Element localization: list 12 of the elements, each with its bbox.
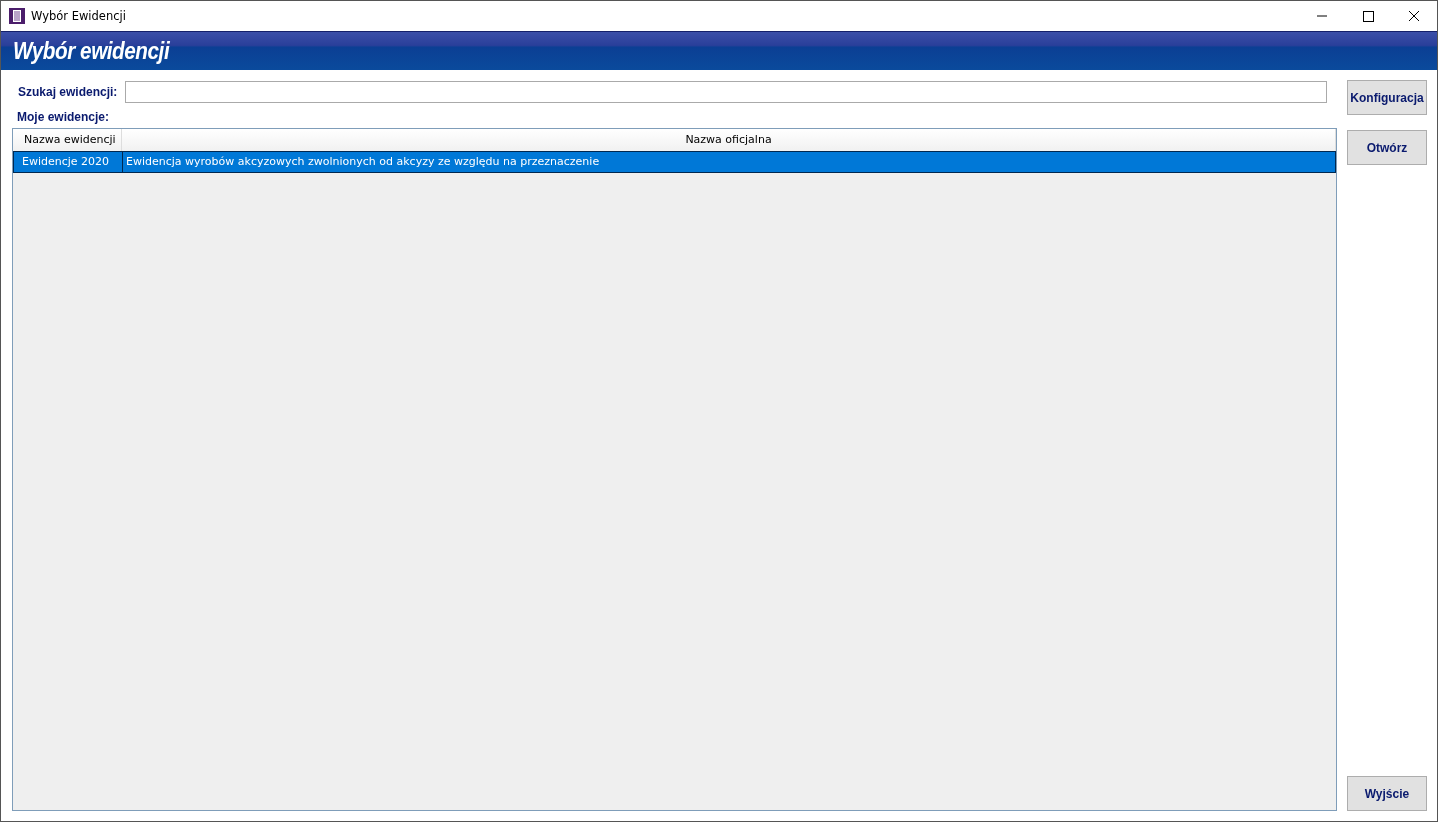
action-button[interactable]: Konfiguracja (1347, 80, 1427, 115)
table-cell: Ewidencje 2020 (19, 152, 123, 172)
exit-button[interactable]: Wyjście (1347, 776, 1427, 811)
table-row[interactable]: Ewidencje 2020 Ewidencja wyrobów akcyzowych zwolnionych od akcyzy ze względu na przeznaczenie (13, 151, 1336, 173)
app-icon (9, 8, 25, 24)
search-field[interactable] (125, 81, 1327, 103)
action-button[interactable]: Otwórz (1347, 130, 1427, 165)
banner-title: Wybór ewidencji (13, 37, 170, 65)
window-title: Wybór Ewidencji (31, 9, 126, 23)
list-label: Moje ewidencje: (16, 110, 111, 124)
search-label: Szukaj ewidencji: (18, 85, 118, 99)
table-cell-text: Ewidencja wyrobów akcyzowych zwolnionych od akcyzy ze względu na przeznaczenie (125, 154, 601, 170)
